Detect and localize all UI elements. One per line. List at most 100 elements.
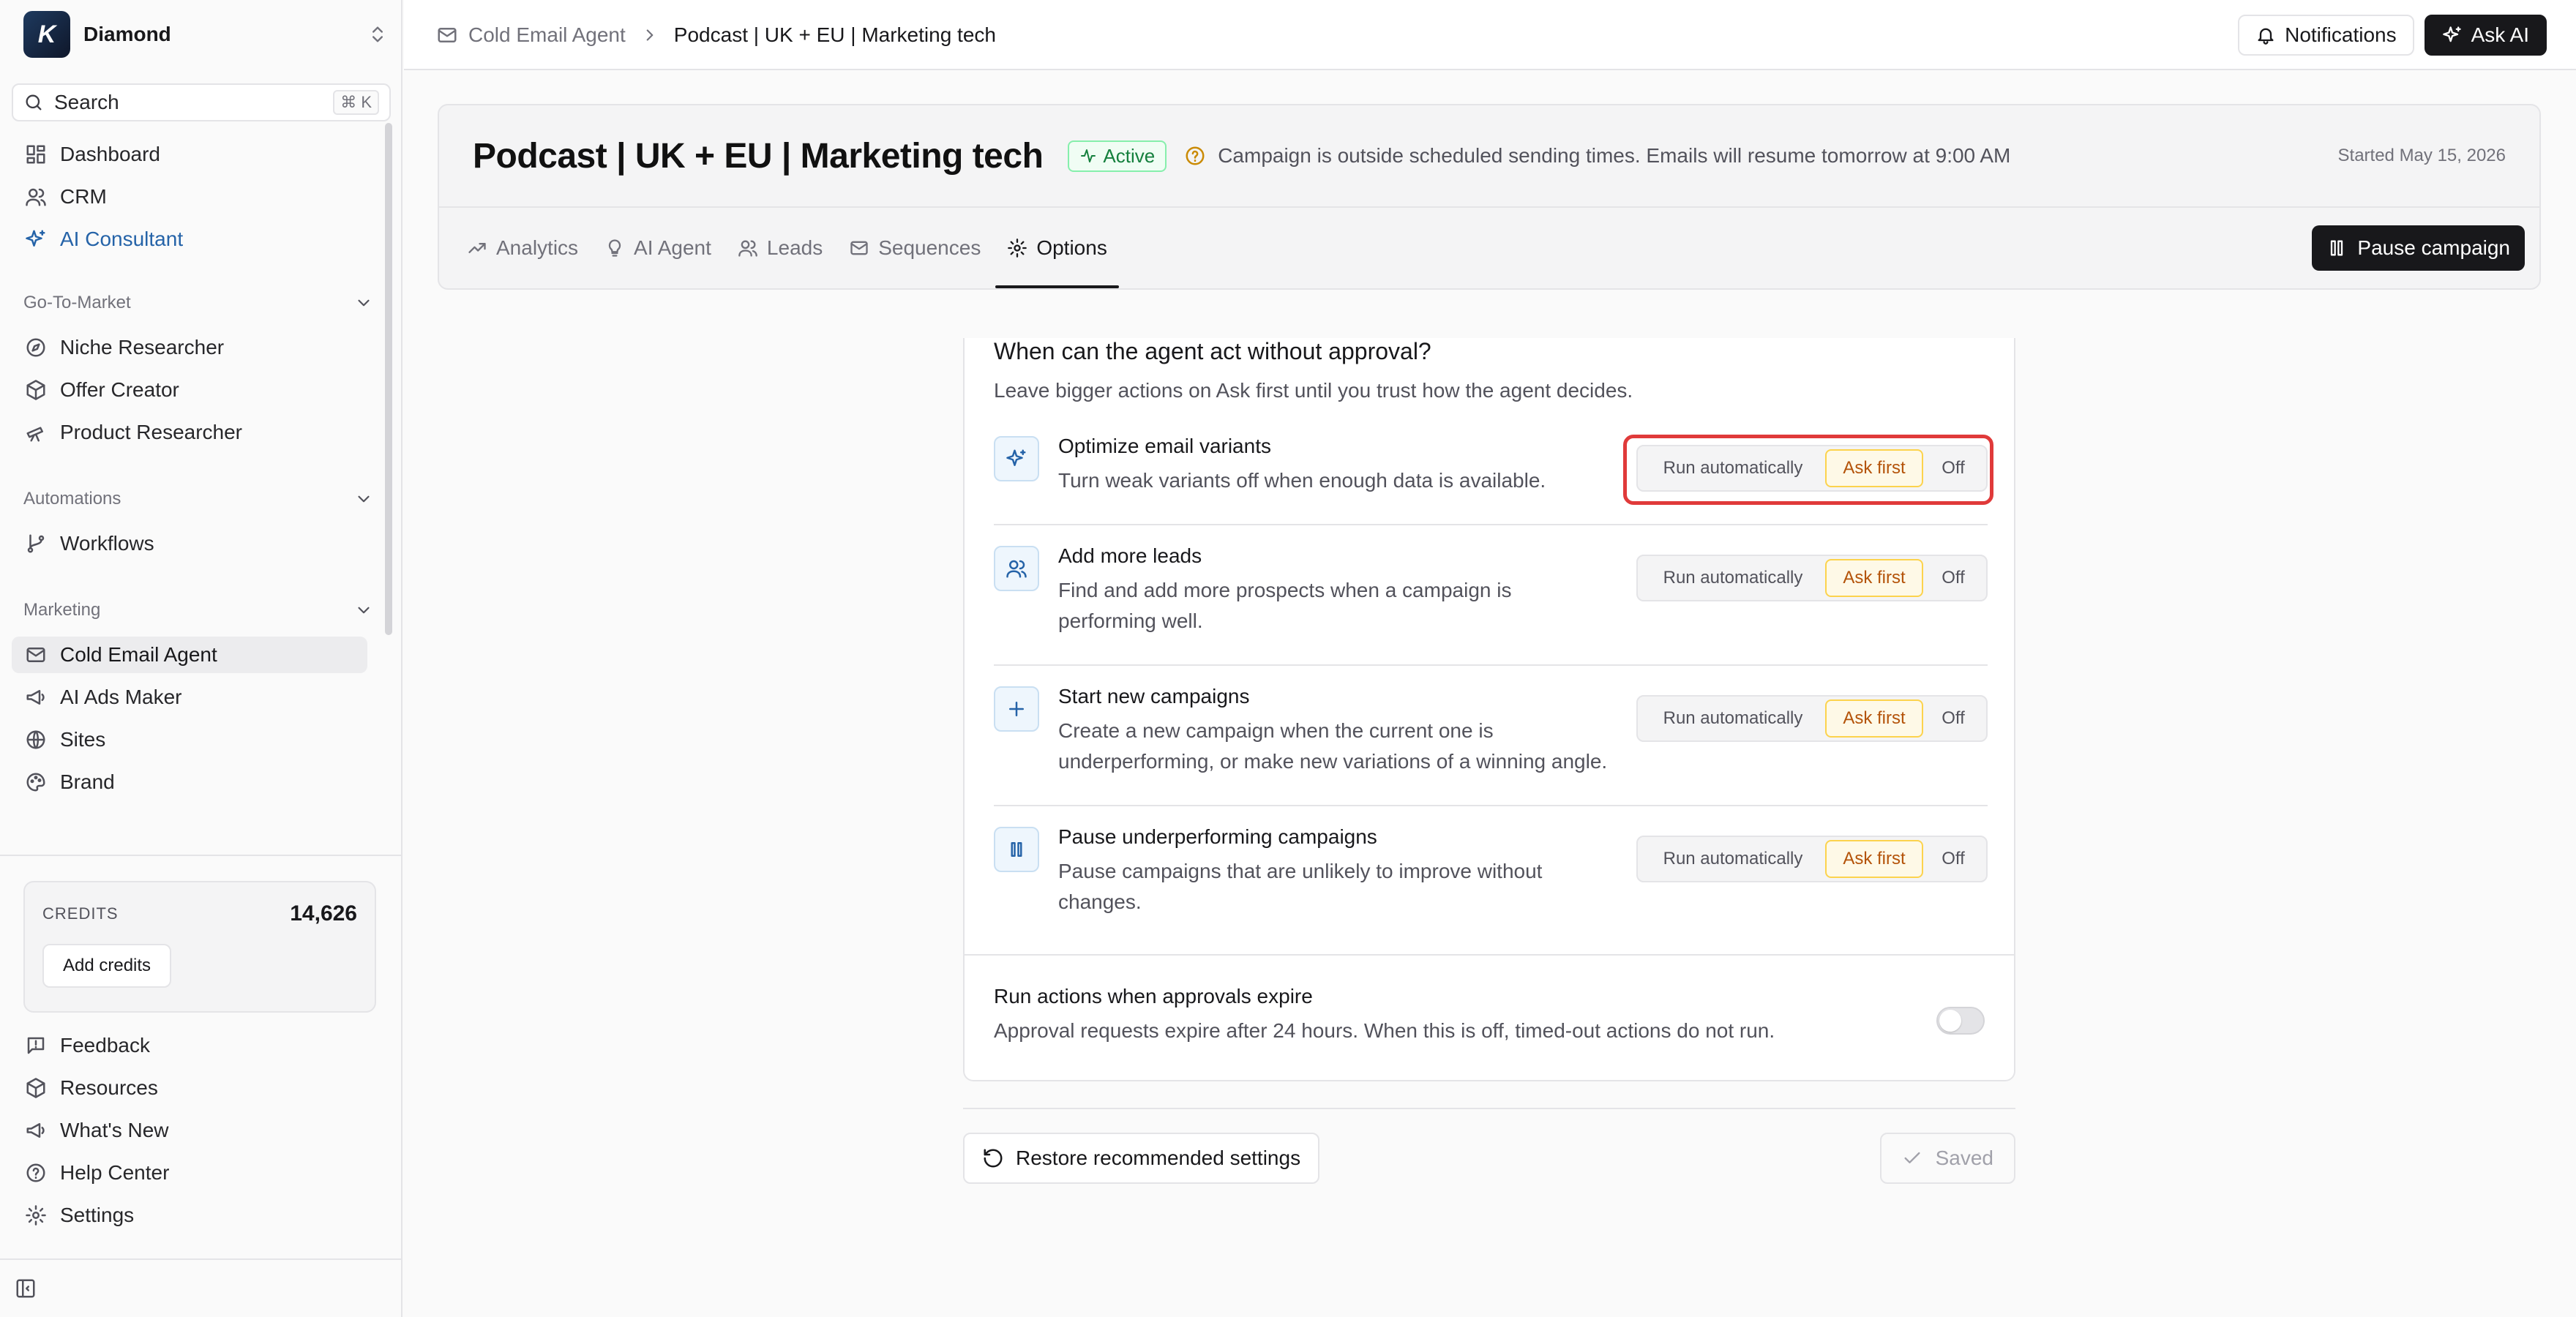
sidebar-item-whats-new[interactable]: What's New xyxy=(12,1112,367,1149)
section-marketing[interactable]: Marketing xyxy=(23,600,373,620)
campaign-header: Podcast | UK + EU | Marketing tech Activ… xyxy=(438,104,2541,290)
sidebar-item-cold-email-agent[interactable]: Cold Email Agent xyxy=(12,637,367,673)
breadcrumb-parent[interactable]: Cold Email Agent xyxy=(468,23,626,47)
run-automatically-option[interactable]: Run automatically xyxy=(1641,699,1825,738)
sidebar-scrollbar[interactable] xyxy=(385,123,392,635)
activity-icon xyxy=(1081,149,1096,162)
workspace-switcher[interactable]: K Diamond xyxy=(23,10,388,59)
notifications-button[interactable]: Notifications xyxy=(2238,15,2414,56)
pause-icon xyxy=(994,827,1039,872)
off-option[interactable]: Off xyxy=(1923,699,1983,738)
option-title: Start new campaigns xyxy=(1058,685,1250,708)
option-title: Add more leads xyxy=(1058,544,1202,567)
tab-options[interactable]: Options xyxy=(995,208,1119,288)
sidebar-item-feedback[interactable]: Feedback xyxy=(12,1027,367,1064)
sparkles-icon xyxy=(994,436,1039,481)
sidebar-item-offer-creator[interactable]: Offer Creator xyxy=(12,372,367,408)
mail-icon xyxy=(850,241,868,255)
option-description: Pause campaigns that are unlikely to imp… xyxy=(1058,860,1543,913)
permission-segmented-control: Run automatically Ask first Off xyxy=(1636,555,1988,601)
sidebar-item-workflows[interactable]: Workflows xyxy=(12,525,367,562)
gear-icon xyxy=(26,1205,46,1226)
credits-label: CREDITS xyxy=(42,904,119,923)
sidebar-item-label: Offer Creator xyxy=(60,378,179,401)
gear-icon xyxy=(1008,239,1027,258)
sidebar-item-resources[interactable]: Resources xyxy=(12,1070,367,1106)
section-label: Marketing xyxy=(23,600,101,620)
pause-campaign-button[interactable]: Pause campaign xyxy=(2312,225,2525,271)
sidebar-item-product-researcher[interactable]: Product Researcher xyxy=(12,414,367,451)
mail-icon xyxy=(26,648,45,662)
chevron-right-icon xyxy=(646,29,654,41)
chevrons-up-down-icon xyxy=(372,26,383,42)
tab-analytics[interactable]: Analytics xyxy=(455,208,590,288)
pause-label: Pause campaign xyxy=(2357,236,2510,259)
off-option[interactable]: Off xyxy=(1923,840,1983,878)
footer-divider xyxy=(963,1108,2015,1109)
option-description: Approval requests expire after 24 hours.… xyxy=(994,1019,1775,1042)
run-automatically-option[interactable]: Run automatically xyxy=(1641,840,1825,878)
sidebar-collapse-icon[interactable] xyxy=(15,1277,37,1299)
telescope-icon xyxy=(26,427,43,442)
options-heading: When can the agent act without approval? xyxy=(994,338,1431,364)
expire-toggle[interactable] xyxy=(1936,1007,1985,1035)
row-divider xyxy=(994,664,1988,666)
sidebar-item-settings[interactable]: Settings xyxy=(12,1197,367,1234)
compass-icon xyxy=(26,338,45,357)
credits-value: 14,626 xyxy=(290,901,357,926)
ask-first-option[interactable]: Ask first xyxy=(1825,559,1923,597)
run-automatically-option[interactable]: Run automatically xyxy=(1641,559,1825,597)
option-description: Turn weak variants off when enough data … xyxy=(1058,469,1546,492)
sidebar-item-ai-ads-maker[interactable]: AI Ads Maker xyxy=(12,679,367,716)
credits-card: CREDITS 14,626 Add credits xyxy=(23,881,376,1013)
tab-leads[interactable]: Leads xyxy=(726,208,834,288)
search-shortcut: ⌘ K xyxy=(333,90,379,115)
sidebar: K Diamond Search ⌘ K Dashboard CRM AI Co… xyxy=(0,0,402,1317)
search-label: Search xyxy=(54,91,119,113)
sidebar-item-sites[interactable]: Sites xyxy=(12,721,367,758)
users-icon xyxy=(738,240,757,257)
restore-label: Restore recommended settings xyxy=(1016,1147,1301,1169)
workspace-name: Diamond xyxy=(83,23,171,45)
sidebar-divider xyxy=(0,1258,401,1260)
tab-sequences[interactable]: Sequences xyxy=(837,208,992,288)
sidebar-item-crm[interactable]: CRM xyxy=(12,179,367,215)
users-icon xyxy=(26,188,46,206)
section-go-to-market[interactable]: Go-To-Market xyxy=(23,293,373,313)
sidebar-item-niche-researcher[interactable]: Niche Researcher xyxy=(12,329,367,366)
dashboard-icon xyxy=(26,145,45,164)
feedback-icon xyxy=(27,1037,45,1054)
section-automations[interactable]: Automations xyxy=(23,489,373,509)
breadcrumb: Cold Email Agent Podcast | UK + EU | Mar… xyxy=(436,0,996,70)
off-option[interactable]: Off xyxy=(1923,559,1983,597)
option-title: Run actions when approvals expire xyxy=(994,985,1313,1008)
sidebar-item-label: Cold Email Agent xyxy=(60,643,217,666)
saved-label: Saved xyxy=(1935,1147,1993,1169)
help-circle-icon xyxy=(26,1163,45,1182)
ask-ai-button[interactable]: Ask AI xyxy=(2424,15,2547,56)
mail-icon xyxy=(438,28,457,42)
package-icon xyxy=(26,380,45,400)
sidebar-item-label: Resources xyxy=(60,1076,158,1099)
ask-first-option[interactable]: Ask first xyxy=(1825,840,1923,878)
ask-first-option[interactable]: Ask first xyxy=(1825,699,1923,738)
sidebar-item-ai-consultant[interactable]: AI Consultant xyxy=(12,221,367,258)
sidebar-item-label: AI Consultant xyxy=(60,228,184,250)
palette-icon xyxy=(26,773,45,792)
restore-settings-button[interactable]: Restore recommended settings xyxy=(963,1133,1320,1184)
sidebar-item-dashboard[interactable]: Dashboard xyxy=(12,136,367,173)
option-title: Pause underperforming campaigns xyxy=(1058,825,1377,848)
page-title: Podcast | UK + EU | Marketing tech xyxy=(473,136,1044,176)
sidebar-item-label: Sites xyxy=(60,728,106,751)
search-input[interactable]: Search ⌘ K xyxy=(12,83,391,121)
add-credits-button[interactable]: Add credits xyxy=(42,944,172,988)
section-label: Go-To-Market xyxy=(23,293,131,312)
tab-ai-agent[interactable]: AI Agent xyxy=(593,208,723,288)
sidebar-item-brand[interactable]: Brand xyxy=(12,764,367,800)
notifications-label: Notifications xyxy=(2285,23,2397,46)
bell-icon xyxy=(2258,28,2274,45)
option-title: Optimize email variants xyxy=(1058,435,1271,457)
sidebar-item-help-center[interactable]: Help Center xyxy=(12,1155,367,1191)
sidebar-item-label: AI Ads Maker xyxy=(60,686,182,708)
saved-button[interactable]: Saved xyxy=(1879,1133,2015,1184)
